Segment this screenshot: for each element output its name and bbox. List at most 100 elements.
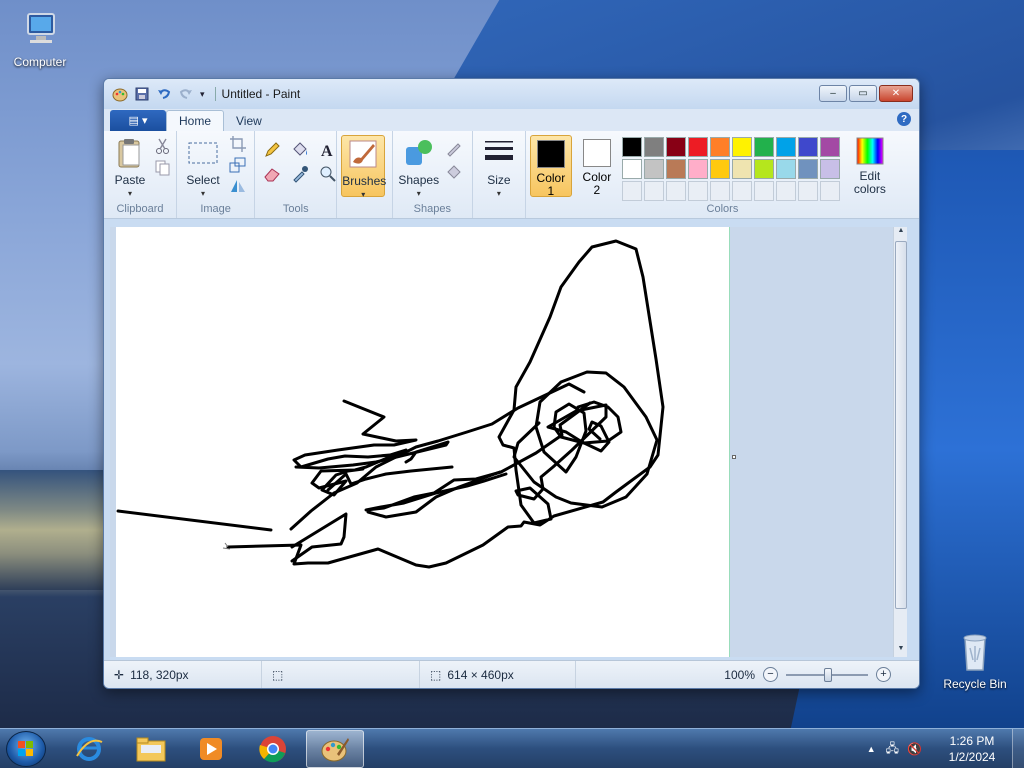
palette-swatch[interactable] — [621, 159, 642, 179]
palette-swatch[interactable] — [687, 159, 708, 179]
shapes-button[interactable]: Shapes ▾ — [397, 135, 441, 200]
select-button[interactable]: Select ▾ — [181, 135, 225, 200]
vertical-scrollbar[interactable]: ▲ ▼ — [893, 227, 907, 657]
magnifier-icon[interactable] — [319, 165, 337, 183]
palette-swatch-empty[interactable] — [819, 181, 840, 201]
scrollbar-thumb[interactable] — [895, 241, 907, 609]
cut-icon[interactable] — [154, 137, 172, 155]
group-brushes: Brushes ▾ — [337, 131, 393, 218]
color1-number: 1 — [547, 184, 555, 198]
canvas-resize-handle[interactable] — [732, 455, 736, 459]
palette-swatch[interactable] — [665, 137, 686, 157]
eraser-icon[interactable] — [263, 165, 281, 183]
paint-window: ▾ Untitled - Paint – ▭ ✕ ▤ ▾ Home View ? — [103, 78, 920, 689]
resize-icon[interactable] — [229, 156, 247, 174]
save-icon[interactable] — [134, 86, 150, 102]
show-desktop-button[interactable] — [1012, 729, 1024, 768]
fill-icon[interactable] — [445, 163, 463, 181]
customize-quick-access-icon[interactable]: ▾ — [200, 89, 205, 100]
rotate-icon[interactable] — [229, 177, 247, 195]
color1-button[interactable]: Color 1 — [529, 135, 572, 198]
palette-swatch-empty[interactable] — [753, 181, 774, 201]
palette-swatch-empty[interactable] — [643, 181, 664, 201]
group-label: Image — [200, 203, 231, 215]
fill-bucket-icon[interactable] — [291, 141, 309, 159]
palette-swatch[interactable] — [731, 159, 752, 179]
canvas-size: ⬚ 614 × 460px — [420, 661, 576, 688]
brushes-button[interactable]: Brushes ▾ — [341, 135, 386, 199]
desktop-icon-computer[interactable]: Computer — [0, 10, 80, 69]
line-size-icon — [484, 141, 513, 160]
palette-swatch-empty[interactable] — [709, 181, 730, 201]
palette-swatch-empty[interactable] — [687, 181, 708, 201]
copy-icon[interactable] — [154, 159, 172, 177]
size-button[interactable]: Size ▾ — [477, 135, 521, 200]
palette-swatch[interactable] — [709, 159, 730, 179]
palette-swatch-empty[interactable] — [797, 181, 818, 201]
scroll-up-icon[interactable]: ▲ — [894, 227, 908, 239]
palette-swatch-empty[interactable] — [731, 181, 752, 201]
color2-button[interactable]: Color 2 — [576, 135, 618, 197]
taskbar-media-player[interactable] — [182, 730, 240, 768]
clipboard-icon — [118, 139, 140, 168]
zoom-slider-thumb[interactable] — [824, 667, 832, 682]
palette-swatch[interactable] — [797, 137, 818, 157]
close-button[interactable]: ✕ — [879, 85, 913, 102]
paste-button[interactable]: Paste ▾ — [108, 135, 152, 200]
volume-muted-icon[interactable]: 🔇 — [907, 742, 922, 756]
taskbar-file-explorer[interactable] — [122, 730, 180, 768]
zoom-slider[interactable] — [786, 667, 868, 682]
palette-swatch-empty[interactable] — [775, 181, 796, 201]
taskbar-paint[interactable] — [306, 730, 364, 768]
clock[interactable]: 1:26 PM 1/2/2024 — [932, 733, 1012, 765]
taskbar-chrome[interactable] — [244, 730, 302, 768]
palette-swatch[interactable] — [819, 159, 840, 179]
palette-swatch[interactable] — [753, 159, 774, 179]
pencil-icon[interactable] — [263, 141, 281, 159]
tab-home[interactable]: Home — [166, 110, 225, 131]
help-icon[interactable]: ? — [897, 112, 911, 126]
tab-view[interactable]: View — [224, 110, 274, 131]
palette-swatch[interactable] — [775, 159, 796, 179]
maximize-button[interactable]: ▭ — [849, 85, 877, 102]
palette-swatch[interactable] — [621, 137, 642, 157]
palette-swatch[interactable] — [753, 137, 774, 157]
desktop-icon-label: Recycle Bin — [943, 677, 1007, 691]
taskbar-internet-explorer[interactable] — [60, 730, 118, 768]
paint-menu-button[interactable]: ▤ ▾ — [110, 110, 166, 131]
palette-swatch[interactable] — [665, 159, 686, 179]
minimize-button[interactable]: – — [819, 85, 847, 102]
palette-swatch[interactable] — [643, 137, 664, 157]
palette-swatch[interactable] — [731, 137, 752, 157]
palette-swatch[interactable] — [687, 137, 708, 157]
palette-swatch[interactable] — [797, 159, 818, 179]
internet-explorer-icon — [76, 737, 103, 761]
palette-swatch-empty[interactable] — [621, 181, 642, 201]
palette-swatch[interactable] — [775, 137, 796, 157]
drawing-canvas[interactable] — [116, 227, 730, 657]
edit-colors-button[interactable]: Edit colors — [846, 135, 894, 201]
canvas-size-icon: ⬚ — [430, 667, 442, 682]
palette-swatch[interactable] — [643, 159, 664, 179]
scroll-down-icon[interactable]: ▼ — [894, 645, 908, 657]
color-picker-icon[interactable] — [291, 165, 309, 183]
palette-swatch-empty[interactable] — [665, 181, 686, 201]
desktop-icon-recycle-bin[interactable]: Recycle Bin — [935, 632, 1015, 691]
outline-icon[interactable] — [445, 139, 463, 157]
crop-icon[interactable] — [229, 135, 247, 153]
undo-icon[interactable] — [156, 86, 172, 102]
show-hidden-icons-icon[interactable]: ▲ — [867, 744, 876, 754]
text-icon[interactable]: A — [319, 141, 337, 159]
system-tray: ▲ 🖧 🔇 1:26 PM 1/2/2024 — [867, 729, 1024, 768]
group-label: Tools — [282, 203, 309, 215]
paint-app-icon[interactable] — [112, 86, 128, 102]
start-button[interactable] — [6, 731, 46, 767]
zoom-out-button[interactable]: − — [763, 667, 778, 682]
title-bar[interactable]: ▾ Untitled - Paint – ▭ ✕ — [104, 79, 919, 109]
network-icon[interactable]: 🖧 — [886, 739, 899, 760]
zoom-in-button[interactable]: + — [876, 667, 891, 682]
group-size: Size ▾ — [473, 131, 526, 218]
palette-swatch[interactable] — [819, 137, 840, 157]
redo-icon[interactable] — [178, 86, 194, 102]
palette-swatch[interactable] — [709, 137, 730, 157]
